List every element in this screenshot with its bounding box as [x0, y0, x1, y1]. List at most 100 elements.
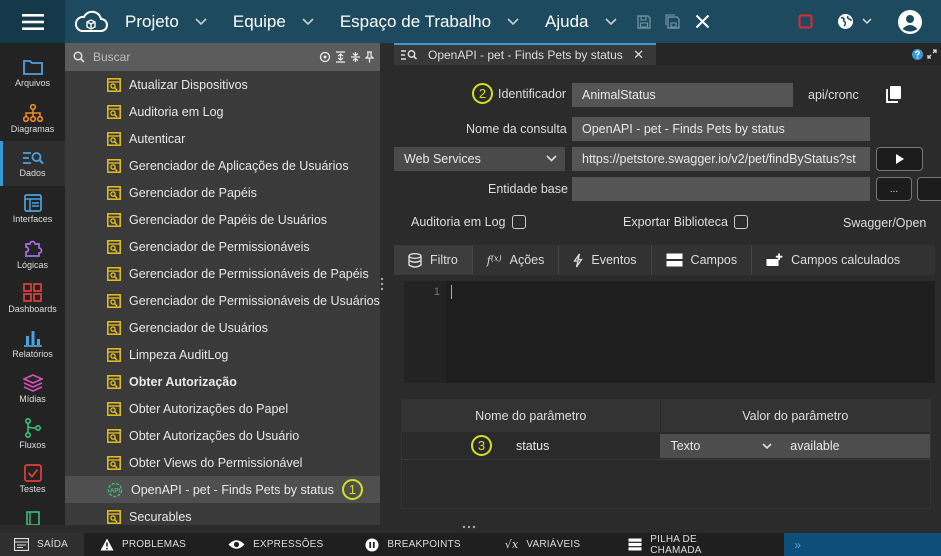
tree-item[interactable]: Gerenciador de Permissionáveis de Usuári…: [65, 287, 380, 314]
expand-icon: »: [794, 537, 802, 552]
audit-checkbox[interactable]: [511, 215, 526, 229]
tree-item[interactable]: Gerenciador de Permissionáveis de Papéis: [65, 260, 380, 287]
crosshair-icon[interactable]: [319, 51, 331, 63]
run-request-button[interactable]: [876, 147, 923, 171]
base-entity-browse-button[interactable]: ...: [876, 177, 912, 201]
subtab-filtro[interactable]: Filtro: [394, 245, 473, 275]
maximize-icon[interactable]: [927, 49, 937, 59]
tab-label: OpenAPI - pet - Finds Pets by status: [428, 48, 623, 62]
query-name-input[interactable]: OpenAPI - pet - Finds Pets by status: [572, 117, 870, 141]
tab-close-icon[interactable]: ✕: [633, 47, 644, 63]
query-icon: [107, 347, 121, 362]
bottom-tab-expressoes[interactable]: EXPRESSÕES: [196, 533, 333, 556]
export-checkbox[interactable]: [733, 215, 748, 229]
subtab-campos-calculados[interactable]: Campos calculados: [752, 245, 914, 275]
bottom-tab-problemas[interactable]: PROBLEMAS: [84, 533, 196, 556]
nav-relatorios[interactable]: Relatórios: [0, 321, 65, 366]
bottom-panel-resize-handle[interactable]: [394, 525, 941, 533]
tree-item[interactable]: Gerenciador de Papéis: [65, 179, 380, 206]
tree-search-bar[interactable]: Buscar: [65, 43, 380, 71]
close-project-button[interactable]: [689, 0, 717, 43]
nav-arquivos[interactable]: Arquivos: [0, 51, 65, 96]
bottom-tab-breakpoints[interactable]: BREAKPOINTS: [333, 533, 470, 556]
tree-item[interactable]: Securables: [65, 503, 380, 525]
save-button[interactable]: [631, 0, 657, 43]
export-checkbox-row[interactable]: Exportar Biblioteca: [623, 215, 748, 229]
tree-item[interactable]: Limpeza AuditLog: [65, 341, 380, 368]
tree-item[interactable]: Gerenciador de Aplicações de Usuários: [65, 152, 380, 179]
bottom-tab-saida[interactable]: SAÍDA: [0, 533, 85, 556]
bottom-tab-variaveis[interactable]: √x VARIÁVEIS: [471, 533, 590, 556]
tree-item[interactable]: Autenticar: [65, 125, 380, 152]
tree-item[interactable]: API OpenAPI - pet - Finds Pets by status 1: [65, 476, 380, 503]
menu-ajuda[interactable]: Ajuda: [531, 0, 628, 43]
nav-logicas[interactable]: Lógicas: [0, 231, 65, 276]
filter-code-editor[interactable]: 1: [404, 281, 935, 383]
tree-item-label: Obter Autorizações do Usuário: [129, 428, 300, 443]
subtab-eventos[interactable]: Eventos: [559, 245, 652, 275]
tree-item[interactable]: Obter Autorizações do Papel: [65, 395, 380, 422]
query-icon: [107, 320, 121, 335]
nav-testes[interactable]: Testes: [0, 456, 65, 501]
bottom-tab-label: PILHA DE CHAMADA: [650, 533, 702, 556]
tree-item[interactable]: Gerenciador de Papéis de Usuários: [65, 206, 380, 233]
url-input[interactable]: https://petstore.swagger.io/v2/pet/findB…: [572, 147, 870, 171]
tree-item[interactable]: Obter Autorização: [65, 368, 380, 395]
query-icon: [107, 509, 121, 524]
tree-item[interactable]: Auditoria em Log: [65, 98, 380, 125]
save-all-button[interactable]: [657, 0, 689, 43]
tree-item[interactable]: Gerenciador de Permissionáveis: [65, 233, 380, 260]
subtab-campos[interactable]: Campos: [652, 245, 753, 275]
nav-diagramas[interactable]: Diagramas: [0, 96, 65, 141]
bottom-tab-pilha-chamada[interactable]: PILHA DE CHAMADA: [590, 533, 750, 556]
param-value-input[interactable]: available: [780, 433, 930, 458]
audit-checkbox-row[interactable]: Auditoria em Log: [411, 215, 526, 229]
expand-all-icon[interactable]: [335, 51, 346, 63]
copy-path-button[interactable]: [886, 85, 902, 108]
fields-icon: [666, 253, 683, 267]
tests-icon: [23, 463, 42, 482]
query-editor: OpenAPI - pet - Finds Pets by status ✕ 2…: [394, 43, 941, 525]
menu-toggle-button[interactable]: [0, 0, 65, 43]
search-input[interactable]: Buscar: [93, 50, 319, 64]
bottom-tab-label: EXPRESSÕES: [253, 539, 324, 550]
param-type-select[interactable]: Texto: [660, 433, 781, 458]
subtab-acoes[interactable]: f (x) Ações: [473, 245, 560, 275]
help-icon[interactable]: [912, 48, 923, 60]
menu-equipe[interactable]: Equipe: [219, 0, 326, 43]
editor-subtabs: Filtro f (x) Ações Eventos Campos Campos …: [394, 245, 935, 275]
identifier-input[interactable]: AnimalStatus: [572, 83, 793, 107]
editor-tab-active[interactable]: OpenAPI - pet - Finds Pets by status ✕: [394, 43, 656, 65]
play-icon: [895, 154, 904, 164]
language-selector[interactable]: [835, 0, 875, 43]
chevron-down-icon: [604, 17, 617, 25]
tree-item[interactable]: Atualizar Dispositivos: [65, 71, 380, 98]
pin-icon[interactable]: [365, 51, 374, 63]
diagram-icon: [22, 103, 43, 122]
nav-dados[interactable]: Dados: [0, 141, 65, 186]
folder-icon: [22, 60, 43, 75]
collapse-all-icon[interactable]: [350, 51, 361, 63]
panel-splitter[interactable]: [380, 43, 394, 525]
base-entity-input[interactable]: [572, 177, 870, 201]
base-entity-extra-button[interactable]: [917, 177, 941, 201]
tree-item[interactable]: Obter Autorizações do Usuário: [65, 422, 380, 449]
source-select[interactable]: Web Services: [394, 147, 565, 171]
bottom-panel-expand-button[interactable]: »: [784, 533, 941, 556]
tree-item[interactable]: Obter Views do Permissionável: [65, 449, 380, 476]
user-avatar-button[interactable]: [897, 0, 923, 43]
nav-fluxos[interactable]: Fluxos: [0, 411, 65, 456]
table-row[interactable]: 3 status Texto available: [402, 432, 930, 460]
export-label: Exportar Biblioteca: [623, 215, 728, 229]
tree-item[interactable]: Gerenciador de Usuários: [65, 314, 380, 341]
query-icon: [107, 428, 121, 443]
menu-espaco-trabalho[interactable]: Espaço de Trabalho: [326, 0, 531, 43]
stop-button[interactable]: [795, 0, 817, 43]
nav-midias[interactable]: Mídias: [0, 366, 65, 411]
more-nav-item[interactable]: [26, 511, 40, 530]
menu-projeto[interactable]: Projeto: [111, 0, 219, 43]
parameters-table: Nome do parâmetro Valor do parâmetro 3 s…: [401, 399, 931, 509]
nav-interfaces[interactable]: Interfaces: [0, 186, 65, 231]
chevron-down-icon: [195, 17, 207, 25]
nav-dashboards[interactable]: Dashboards: [0, 276, 65, 321]
